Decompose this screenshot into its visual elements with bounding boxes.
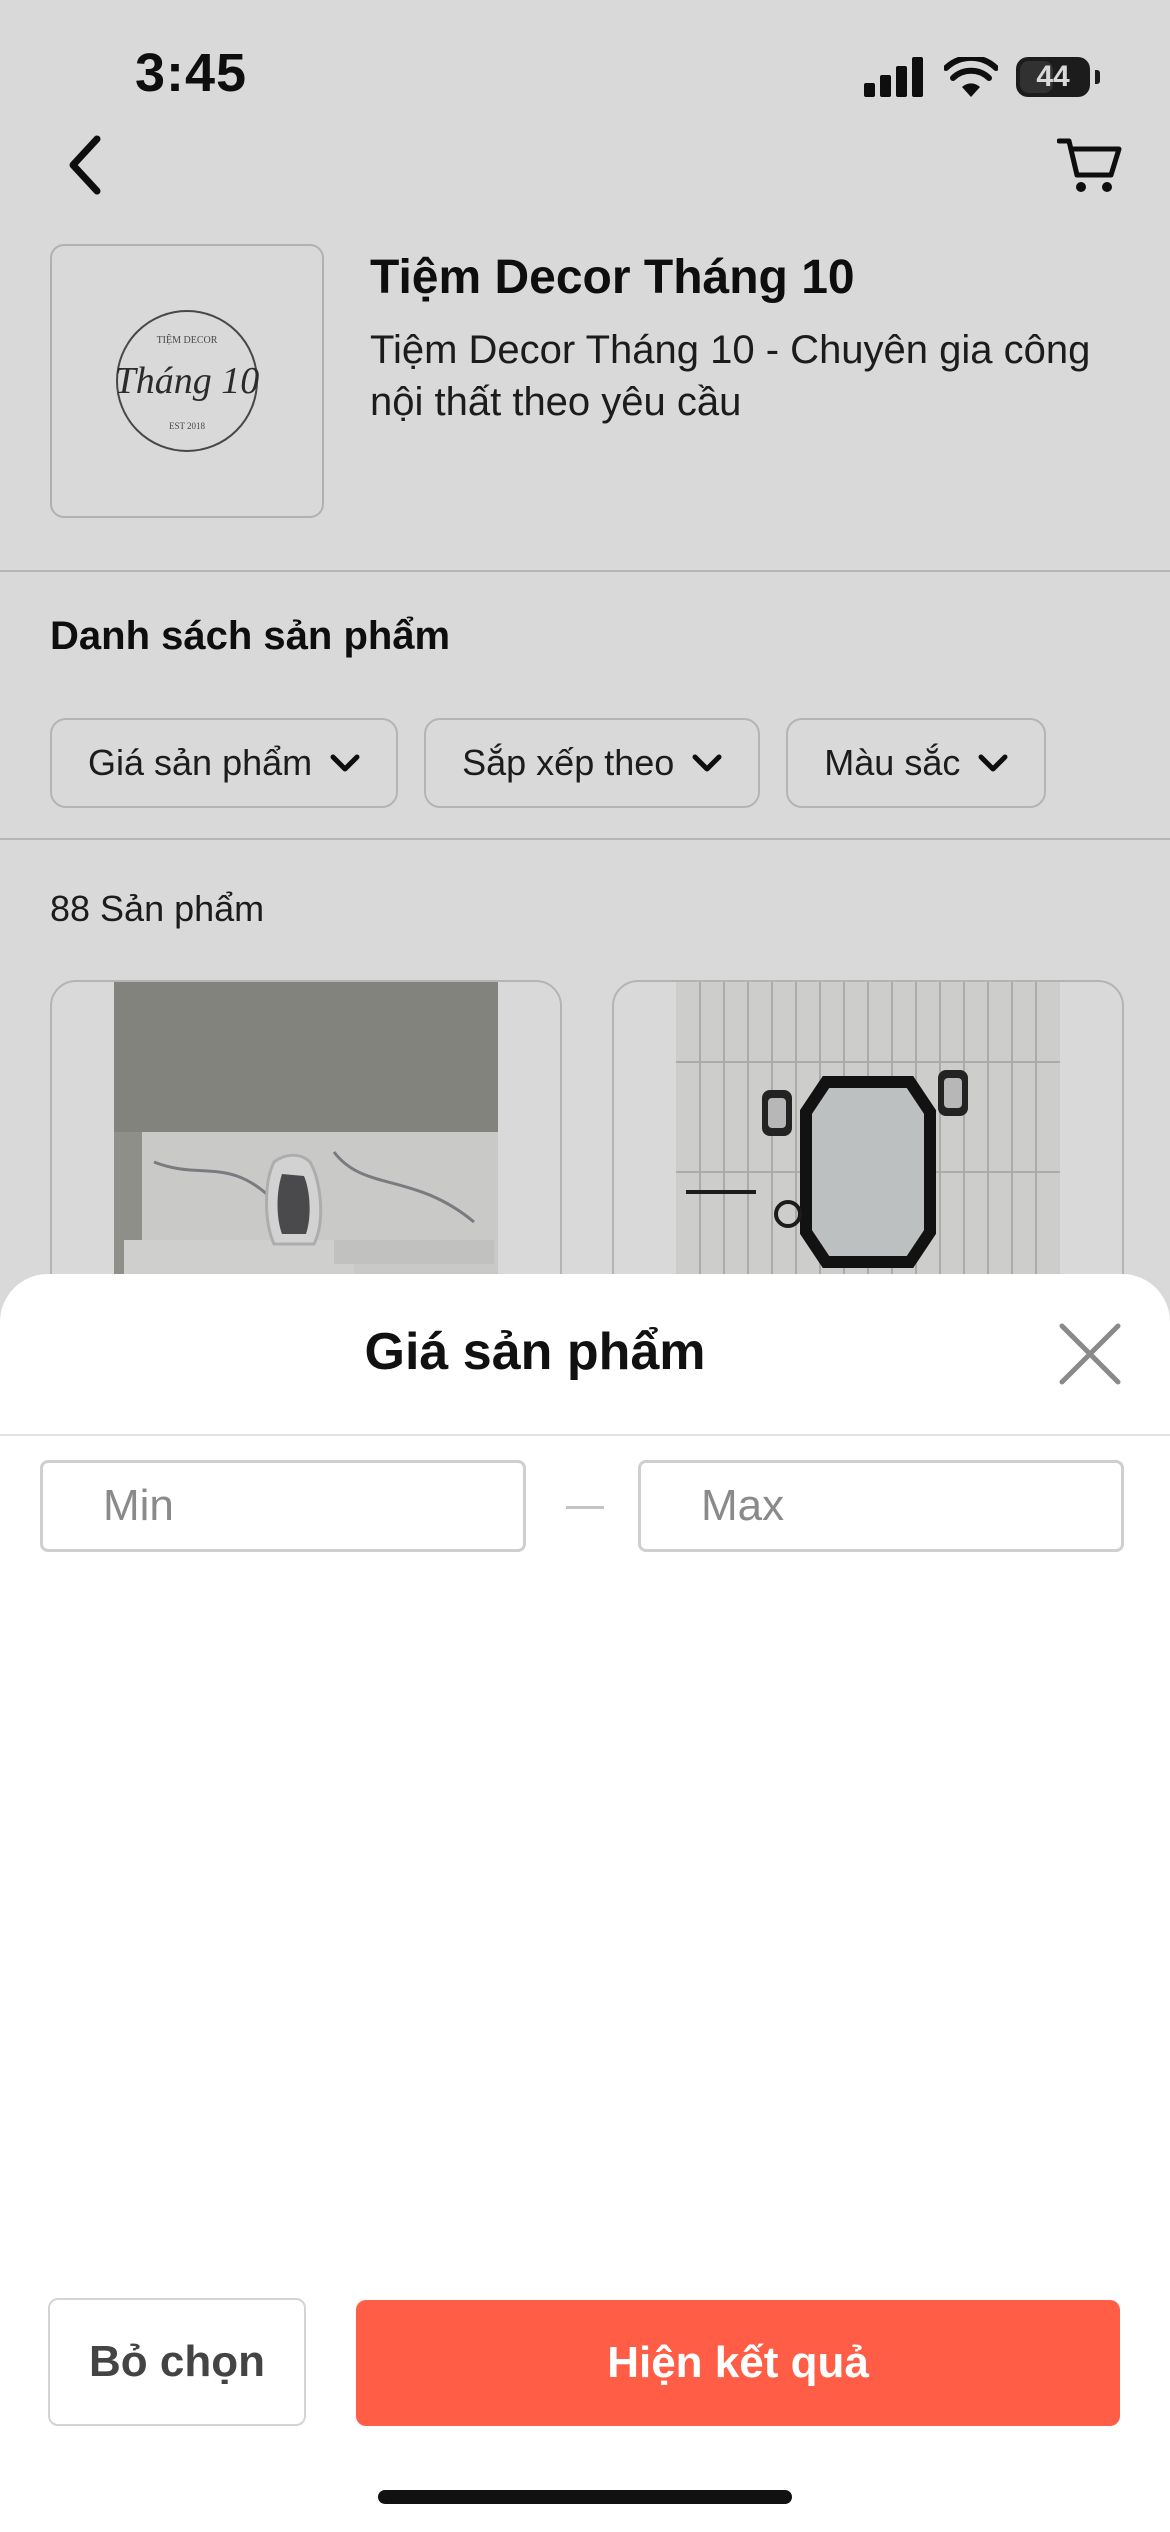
price-range <box>40 1460 1130 1556</box>
clear-selection-button[interactable]: Bỏ chọn <box>48 2298 306 2426</box>
sheet-header: Giá sản phẩm <box>0 1274 1170 1436</box>
max-price-input[interactable] <box>638 1460 1124 1552</box>
show-results-button[interactable]: Hiện kết quả <box>356 2300 1120 2426</box>
close-button[interactable] <box>1054 1318 1126 1390</box>
range-separator <box>566 1506 604 1509</box>
sheet-title: Giá sản phẩm <box>364 1323 706 1381</box>
shop-page: 3:45 44 TIỆM DECOR Tháng 10 EST 2018 Tiệ… <box>0 0 1170 2532</box>
min-price-input[interactable] <box>40 1460 526 1552</box>
home-indicator <box>378 2490 792 2504</box>
close-icon <box>1059 1323 1121 1385</box>
